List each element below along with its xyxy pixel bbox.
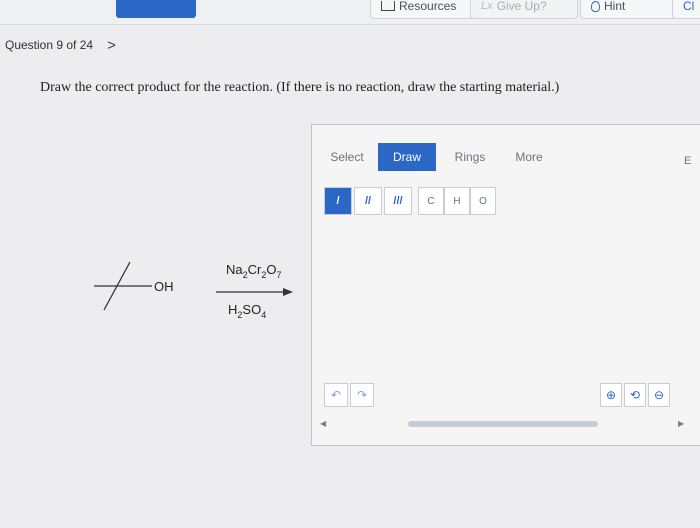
zoom-out-icon[interactable]: ⊖ bbox=[648, 383, 670, 407]
tab-draw[interactable]: Draw bbox=[378, 143, 436, 171]
reaction-svg: OH Na2Cr2O7 H2SO4 bbox=[94, 261, 293, 320]
triple-bond-button[interactable]: /// bbox=[384, 187, 412, 215]
reaction-scheme: OH Na2Cr2O7 H2SO4 bbox=[90, 248, 310, 328]
reagent-top: Na2Cr2O7 bbox=[226, 262, 282, 280]
check-answer-label: Cl bbox=[683, 0, 695, 13]
history-tools: ↶ ↷ bbox=[324, 383, 376, 407]
tab-select[interactable]: Select bbox=[320, 143, 374, 171]
single-bond-button[interactable]: / bbox=[324, 187, 352, 215]
double-bond-button[interactable]: // bbox=[354, 187, 382, 215]
give-up-icon: Lx bbox=[481, 0, 493, 12]
check-answer-button[interactable]: Cl bbox=[672, 0, 700, 19]
scroll-left-icon[interactable]: ◀ bbox=[320, 419, 326, 428]
question-nav: Question 9 of 24 > bbox=[0, 26, 700, 64]
redo-icon[interactable]: ↷ bbox=[350, 383, 374, 407]
bond-tools: / // /// bbox=[324, 187, 414, 215]
bond-methyl-top bbox=[116, 261, 131, 287]
tab-rings[interactable]: Rings bbox=[440, 143, 500, 171]
question-prompt: Draw the correct product for the reactio… bbox=[40, 80, 560, 95]
reaction-arrow-head bbox=[283, 288, 293, 296]
atom-tools: C H O bbox=[418, 187, 496, 215]
lightbulb-icon bbox=[591, 0, 600, 12]
resources-button[interactable]: Resources bbox=[370, 0, 480, 19]
atom-oxygen-button[interactable]: O bbox=[470, 187, 496, 215]
question-counter: Question 9 of 24 bbox=[5, 38, 94, 52]
primary-nav-button[interactable] bbox=[116, 0, 196, 18]
hint-label: Hint bbox=[604, 0, 626, 13]
resources-label: Resources bbox=[399, 0, 457, 13]
panel-edge-label: E bbox=[684, 155, 692, 167]
next-question-chevron-icon[interactable]: > bbox=[107, 37, 116, 54]
atom-hydrogen-button[interactable]: H bbox=[444, 187, 470, 215]
undo-icon[interactable]: ↶ bbox=[324, 383, 348, 407]
reset-zoom-icon[interactable]: ⟲ bbox=[624, 383, 646, 407]
bond-methyl-bottom bbox=[103, 285, 118, 311]
hint-button[interactable]: Hint bbox=[580, 0, 680, 19]
atom-carbon-button[interactable]: C bbox=[418, 187, 444, 215]
reagent-bottom: H2SO4 bbox=[228, 302, 266, 320]
scrollbar-thumb[interactable] bbox=[408, 421, 598, 427]
give-up-button[interactable]: Lx Give Up? bbox=[470, 0, 578, 19]
zoom-in-icon[interactable]: ⊕ bbox=[600, 383, 622, 407]
scroll-right-icon[interactable]: ▶ bbox=[678, 419, 684, 428]
zoom-tools: ⊕ ⟲ ⊖ bbox=[600, 383, 672, 407]
drawing-editor[interactable]: Select Draw Rings More E / // /// C H O … bbox=[311, 124, 700, 446]
book-icon bbox=[381, 1, 395, 11]
tab-more[interactable]: More bbox=[498, 143, 560, 171]
top-bar: Resources Lx Give Up? Hint Cl bbox=[0, 0, 700, 25]
horizontal-scrollbar[interactable]: ◀ ▶ bbox=[312, 419, 700, 429]
give-up-label: Give Up? bbox=[496, 0, 547, 13]
editor-toolbar: Select Draw Rings More E bbox=[312, 125, 700, 175]
hydroxyl-label: OH bbox=[154, 279, 174, 294]
